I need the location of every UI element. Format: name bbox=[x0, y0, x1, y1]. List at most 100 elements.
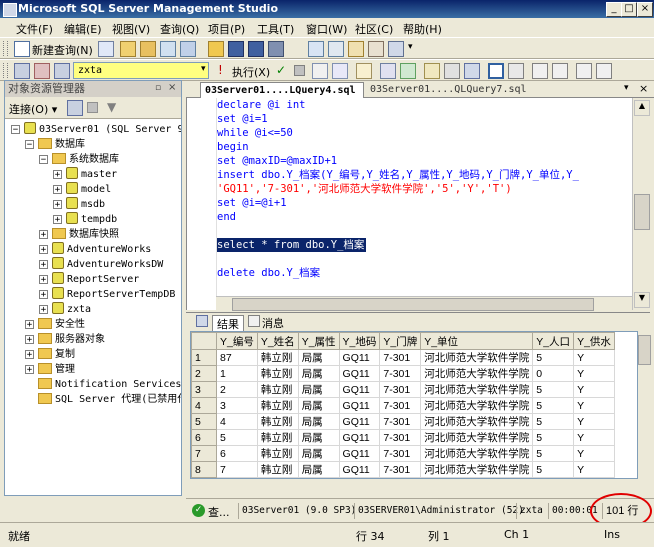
menu-file[interactable]: 文件(F) bbox=[16, 21, 53, 37]
expand-icon[interactable]: + bbox=[53, 215, 62, 225]
table-cell[interactable]: 河北师范大学软件学院 bbox=[420, 445, 534, 462]
table-cell[interactable]: GQ11 bbox=[338, 381, 381, 398]
editor-vertical-scrollbar[interactable]: ▲ ▼ bbox=[632, 98, 650, 310]
table-cell[interactable]: 韩立刚 bbox=[256, 381, 299, 398]
results-scrollbar[interactable] bbox=[638, 331, 651, 479]
table-cell[interactable]: 4 bbox=[216, 413, 258, 430]
specify-values-icon[interactable] bbox=[356, 63, 372, 79]
execute-icon[interactable]: ! bbox=[218, 63, 223, 77]
template-explorer-icon[interactable] bbox=[348, 41, 364, 57]
column-header[interactable]: Y_供水 bbox=[573, 332, 615, 350]
menu-window[interactable]: 窗口(W) bbox=[306, 21, 347, 37]
results-to-grid-icon[interactable] bbox=[464, 63, 480, 79]
table-cell[interactable]: 韩立刚 bbox=[256, 365, 299, 382]
table-cell[interactable]: 局属 bbox=[297, 397, 340, 414]
column-header[interactable]: Y_编号 bbox=[216, 332, 258, 350]
table-cell[interactable]: 6 bbox=[216, 445, 258, 462]
execute-button[interactable]: 执行(X) bbox=[232, 64, 270, 80]
disconnect-icon[interactable] bbox=[34, 63, 50, 79]
table-cell[interactable]: 河北师范大学软件学院 bbox=[420, 349, 534, 366]
table-cell[interactable]: GQ11 bbox=[338, 445, 381, 462]
query-designer-icon[interactable] bbox=[332, 63, 348, 79]
scroll-up-icon[interactable]: ▲ bbox=[634, 100, 650, 116]
analysis-query-icon[interactable] bbox=[120, 41, 136, 57]
tab-messages[interactable]: 消息 bbox=[262, 315, 284, 331]
table-cell[interactable]: Y bbox=[573, 397, 615, 414]
decrease-indent-icon[interactable] bbox=[576, 63, 592, 79]
toolbox-icon[interactable] bbox=[388, 41, 404, 57]
table-cell[interactable]: 5 bbox=[532, 397, 575, 414]
close-button[interactable]: × bbox=[637, 2, 653, 17]
table-cell[interactable]: 7-301 bbox=[379, 445, 422, 462]
comment-icon[interactable] bbox=[532, 63, 548, 79]
table-cell[interactable]: 5 bbox=[532, 381, 575, 398]
save-icon[interactable] bbox=[228, 41, 244, 57]
increase-indent-icon[interactable] bbox=[596, 63, 612, 79]
expand-icon[interactable]: + bbox=[53, 200, 62, 210]
table-cell[interactable]: Y bbox=[573, 413, 615, 430]
tab-list-icon[interactable]: ▾ bbox=[624, 83, 629, 93]
table-cell[interactable]: GQ11 bbox=[338, 397, 381, 414]
table-cell[interactable]: 局属 bbox=[297, 381, 340, 398]
analyze-query-icon[interactable] bbox=[380, 63, 396, 79]
include-plan-icon[interactable] bbox=[400, 63, 416, 79]
table-row[interactable]: 6 5 韩立刚 局属 GQ11 7-301 河北师范大学软件学院 5 Y bbox=[191, 429, 615, 446]
table-cell[interactable]: Y bbox=[573, 445, 615, 462]
close-tab-icon[interactable]: × bbox=[639, 82, 648, 95]
xmla-query-icon[interactable] bbox=[180, 41, 196, 57]
table-row[interactable]: 4 3 韩立刚 局属 GQ11 7-301 河北师范大学软件学院 5 Y bbox=[191, 397, 615, 414]
row-number[interactable]: 2 bbox=[191, 365, 217, 382]
table-cell[interactable]: 7-301 bbox=[379, 397, 422, 414]
table-cell[interactable]: Y bbox=[573, 429, 615, 446]
expand-icon[interactable]: + bbox=[39, 245, 48, 255]
maximize-button[interactable]: □ bbox=[621, 2, 637, 17]
table-row[interactable]: 8 7 韩立刚 局属 GQ11 7-301 河北师范大学软件学院 5 Y bbox=[191, 461, 615, 478]
pin-icon[interactable]: ▫ bbox=[155, 83, 161, 93]
menu-project[interactable]: 项目(P) bbox=[208, 21, 245, 37]
table-cell[interactable]: 局属 bbox=[297, 413, 340, 430]
table-cell[interactable]: 局属 bbox=[297, 349, 340, 366]
table-cell[interactable]: 7-301 bbox=[379, 349, 422, 366]
table-row[interactable]: 5 4 韩立刚 局属 GQ11 7-301 河北师范大学软件学院 5 Y bbox=[191, 413, 615, 430]
expand-icon[interactable]: + bbox=[39, 290, 48, 300]
menu-help[interactable]: 帮助(H) bbox=[403, 21, 442, 37]
table-cell[interactable]: 5 bbox=[532, 413, 575, 430]
table-cell[interactable]: GQ11 bbox=[338, 413, 381, 430]
column-header[interactable]: Y_姓名 bbox=[256, 332, 299, 350]
cancel-query-icon[interactable] bbox=[294, 65, 305, 76]
results-to-grid-active-icon[interactable] bbox=[488, 63, 504, 79]
new-query-icon[interactable] bbox=[14, 41, 30, 57]
column-header[interactable]: Y_单位 bbox=[420, 332, 534, 350]
close-icon[interactable]: × bbox=[168, 82, 176, 93]
table-cell[interactable]: 5 bbox=[216, 429, 258, 446]
row-number[interactable]: 1 bbox=[191, 349, 217, 366]
table-cell[interactable]: 7-301 bbox=[379, 461, 422, 478]
table-cell[interactable]: 韩立刚 bbox=[256, 445, 299, 462]
table-cell[interactable]: Y bbox=[573, 349, 615, 366]
properties-icon[interactable] bbox=[368, 41, 384, 57]
filter-icon[interactable]: ▼ bbox=[107, 100, 116, 114]
table-cell[interactable]: 5 bbox=[532, 461, 575, 478]
editor-horizontal-scrollbar[interactable] bbox=[216, 296, 632, 311]
table-cell[interactable]: GQ11 bbox=[338, 461, 381, 478]
table-cell[interactable]: 河北师范大学软件学院 bbox=[420, 365, 534, 382]
hscroll-thumb[interactable] bbox=[232, 298, 594, 311]
expand-icon[interactable]: + bbox=[53, 185, 62, 195]
table-cell[interactable]: 局属 bbox=[297, 429, 340, 446]
table-cell[interactable]: 局属 bbox=[297, 461, 340, 478]
row-number[interactable]: 7 bbox=[191, 445, 217, 462]
table-cell[interactable]: 韩立刚 bbox=[256, 429, 299, 446]
connect-button[interactable]: 连接(O) ▾ bbox=[9, 101, 57, 117]
mdx-query-icon[interactable] bbox=[140, 41, 156, 57]
new-query-button[interactable]: 新建查询(N) bbox=[32, 42, 93, 58]
table-cell[interactable]: 5 bbox=[532, 349, 575, 366]
table-cell[interactable]: 2 bbox=[216, 381, 258, 398]
table-cell[interactable]: 7 bbox=[216, 461, 258, 478]
connect-icon[interactable] bbox=[14, 63, 30, 79]
registered-servers-icon[interactable] bbox=[308, 41, 324, 57]
expand-icon[interactable]: + bbox=[39, 260, 48, 270]
table-cell[interactable]: GQ11 bbox=[338, 365, 381, 382]
collapse-icon[interactable]: − bbox=[11, 125, 20, 135]
row-number[interactable]: 6 bbox=[191, 429, 217, 446]
menu-edit[interactable]: 编辑(E) bbox=[64, 21, 102, 37]
